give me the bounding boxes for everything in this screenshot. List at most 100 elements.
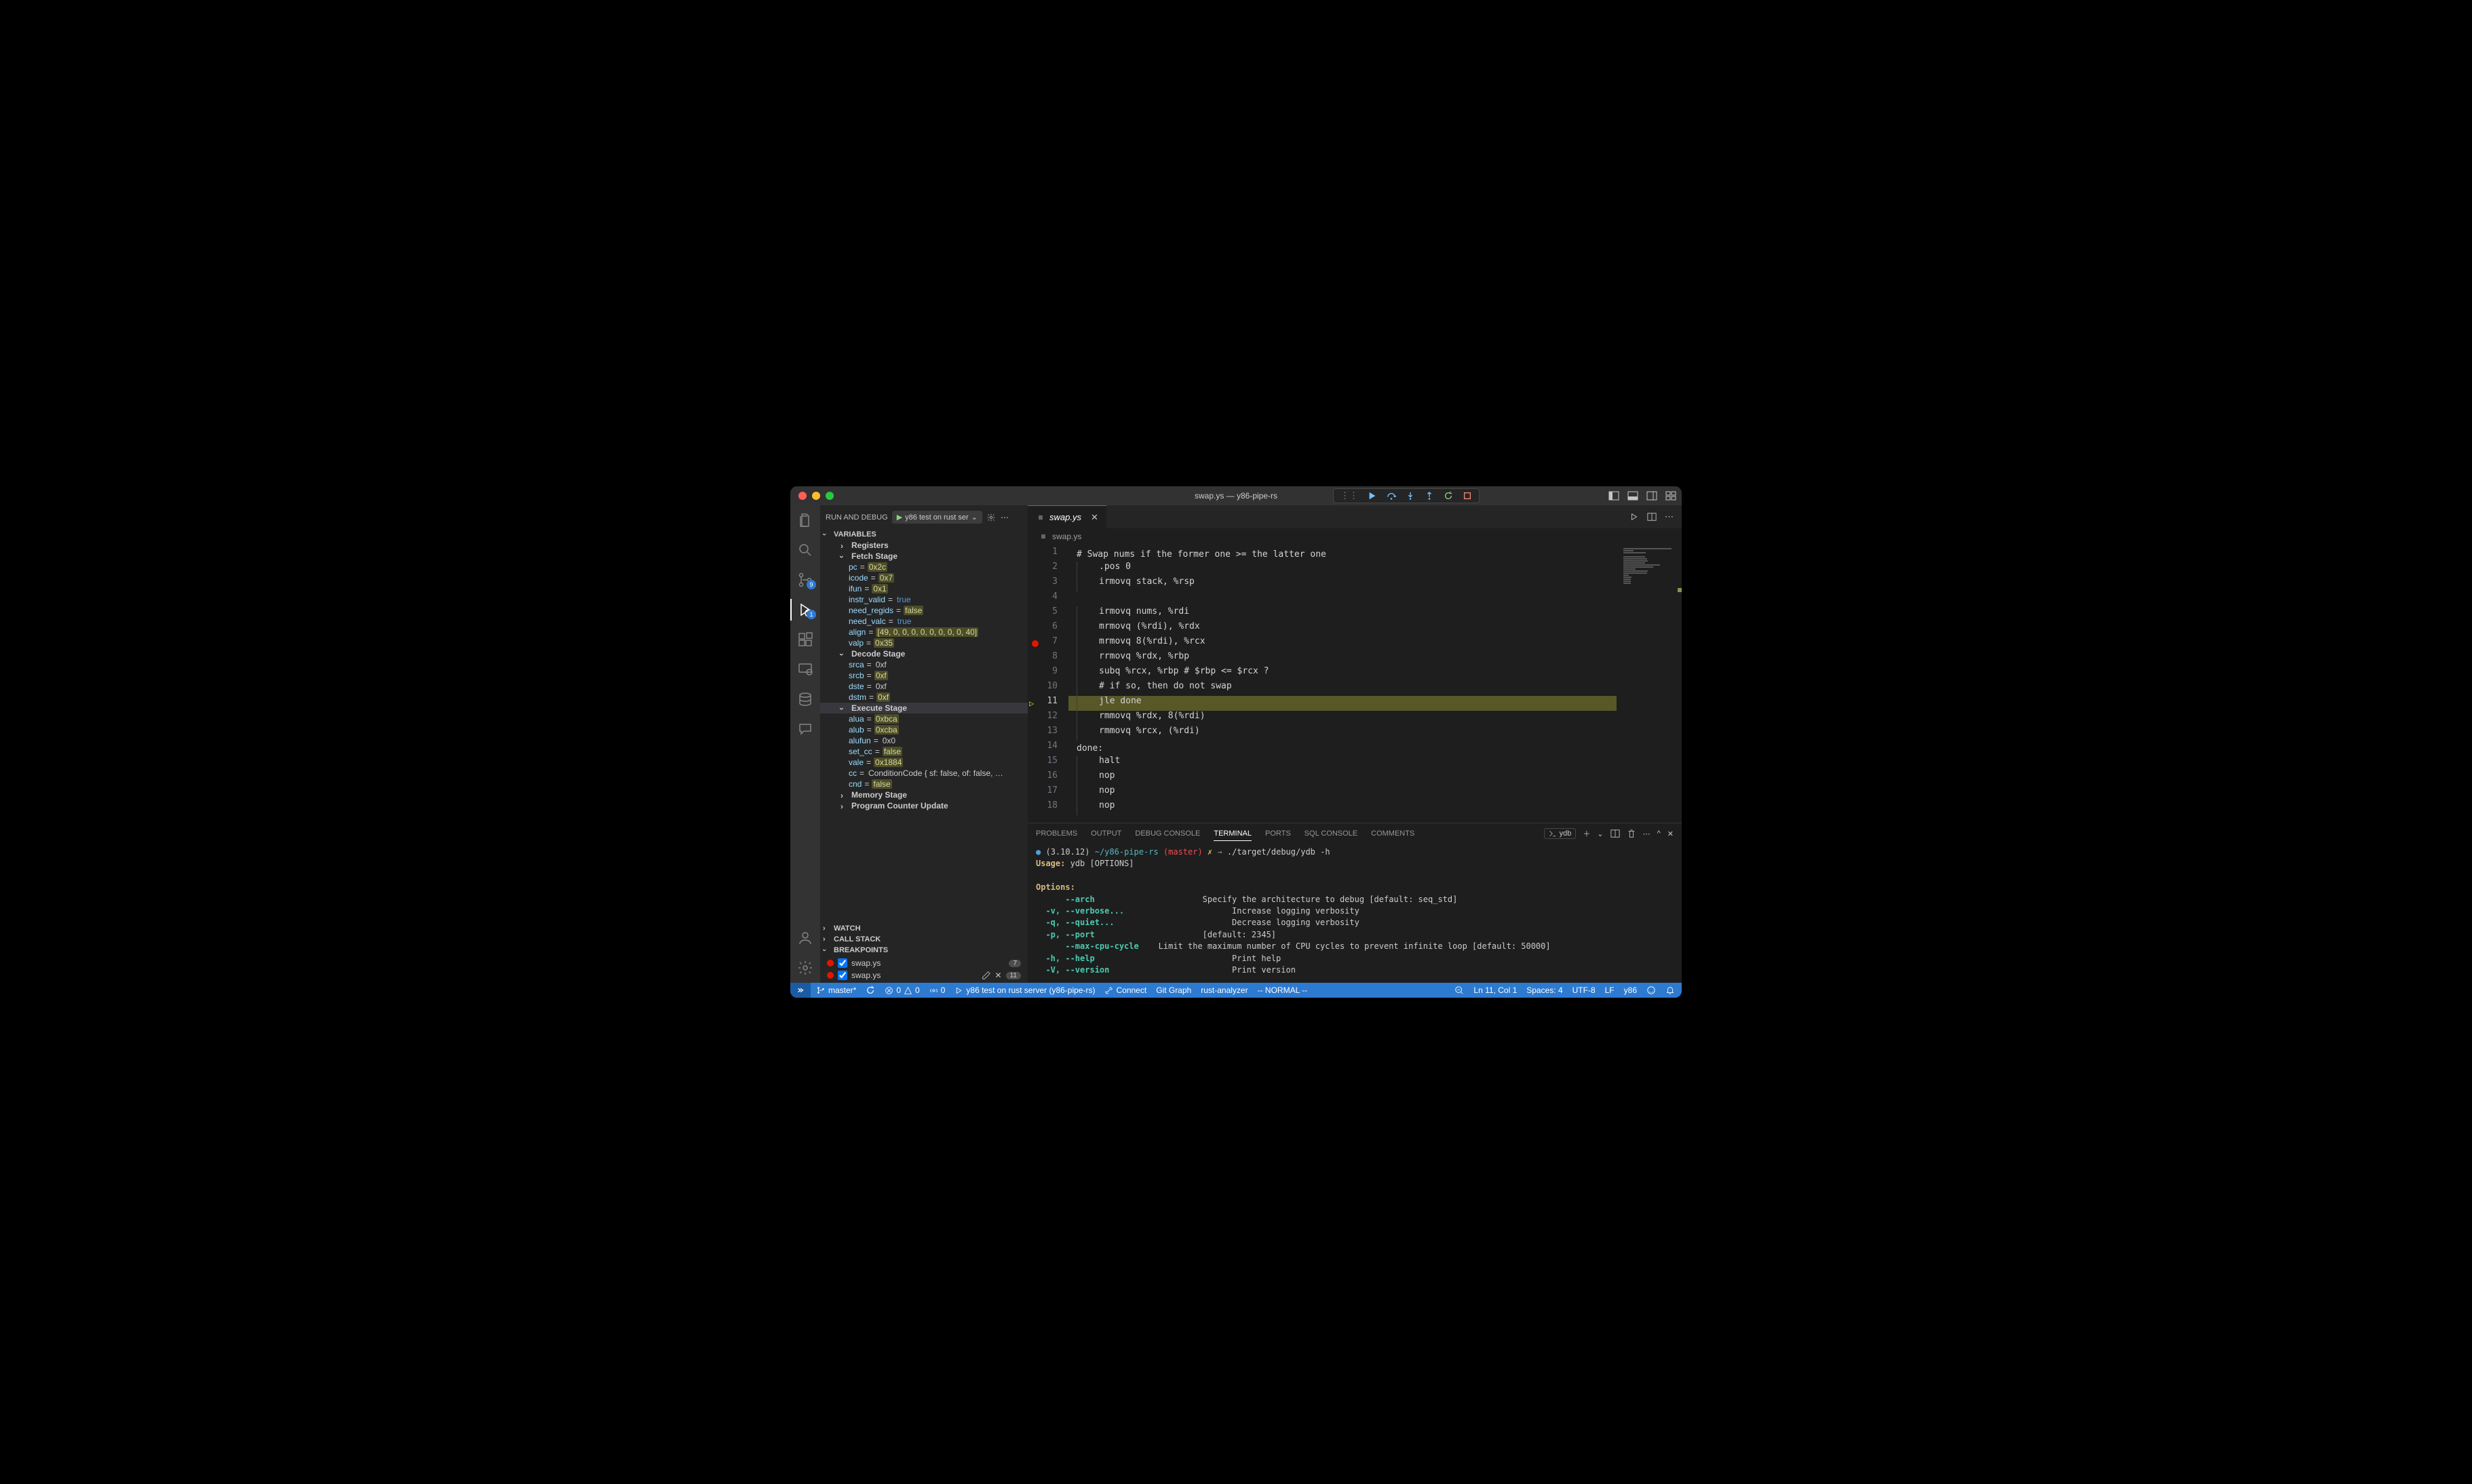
variable-row[interactable]: icode = 0x7 xyxy=(820,572,1028,583)
variable-row[interactable]: valp = 0x35 xyxy=(820,638,1028,648)
code-line[interactable]: irmovq nums, %rdi xyxy=(1068,606,1617,621)
gutter-line[interactable]: 1 xyxy=(1028,547,1068,562)
breakpoint-item[interactable]: swap.ys7 xyxy=(826,957,1022,969)
variable-row[interactable]: srcb = 0xf xyxy=(820,670,1028,681)
code-line[interactable]: halt xyxy=(1068,756,1617,770)
gutter-line[interactable]: 4 xyxy=(1028,591,1068,606)
encoding-status[interactable]: UTF-8 xyxy=(1572,985,1596,995)
panel-tab-ports[interactable]: PORTS xyxy=(1265,827,1291,840)
gutter-line[interactable]: 14 xyxy=(1028,741,1068,756)
problems-status[interactable]: 0 0 xyxy=(885,985,919,995)
variable-row[interactable]: set_cc = false xyxy=(820,746,1028,757)
gutter-line[interactable]: 5 xyxy=(1028,606,1068,621)
variable-row[interactable]: cnd = false xyxy=(820,779,1028,789)
variable-row[interactable]: pc = 0x2c xyxy=(820,562,1028,572)
close-icon[interactable]: ✕ xyxy=(995,971,1002,980)
breakpoints-header[interactable]: BREAKPOINTS xyxy=(820,945,1028,956)
run-debug-icon[interactable]: 1 xyxy=(797,602,813,618)
database-icon[interactable] xyxy=(797,691,813,707)
variable-row[interactable]: need_regids = false xyxy=(820,605,1028,616)
code-line[interactable]: subq %rcx, %rbp # $rbp <= $rcx ? xyxy=(1068,666,1617,681)
code-line[interactable]: rmmovq %rdx, 8(%rdi) xyxy=(1068,711,1617,726)
variable-group[interactable]: Decode Stage xyxy=(820,648,1028,659)
trash-icon[interactable] xyxy=(1627,829,1636,838)
more-icon[interactable]: ⋯ xyxy=(1665,511,1674,522)
remote-explorer-icon[interactable] xyxy=(797,661,813,678)
settings-gear-icon[interactable] xyxy=(797,960,813,976)
git-graph-status[interactable]: Git Graph xyxy=(1156,985,1191,995)
more-icon[interactable]: ⋯ xyxy=(1000,513,1009,522)
tab-swap-ys[interactable]: ≡ swap.ys ✕ xyxy=(1028,505,1106,528)
panel-tab-comments[interactable]: COMMENTS xyxy=(1371,827,1414,840)
code-line[interactable]: jle done xyxy=(1068,696,1617,711)
code-line[interactable]: # Swap nums if the former one >= the lat… xyxy=(1068,547,1617,562)
variable-group[interactable]: Execute Stage xyxy=(820,703,1028,714)
breadcrumb[interactable]: ≡ swap.ys xyxy=(1028,529,1682,544)
maximize-panel-icon[interactable]: ^ xyxy=(1657,829,1661,838)
code-line[interactable]: done: xyxy=(1068,741,1617,756)
split-editor-icon[interactable] xyxy=(1647,512,1657,522)
code-line[interactable] xyxy=(1068,591,1617,606)
variable-row[interactable]: cc = ConditionCode { sf: false, of: fals… xyxy=(820,768,1028,779)
drag-handle-icon[interactable]: ⋮⋮ xyxy=(1340,490,1358,501)
eol-status[interactable]: LF xyxy=(1605,985,1615,995)
panel-right-icon[interactable] xyxy=(1646,490,1657,501)
editor[interactable]: 12345678910▷1112131415161718 # Swap nums… xyxy=(1028,544,1682,823)
code-line[interactable]: # if so, then do not swap xyxy=(1068,681,1617,696)
gutter-line[interactable]: 10 xyxy=(1028,681,1068,696)
variables-header[interactable]: VARIABLES xyxy=(820,529,1028,540)
variable-row[interactable]: dstm = 0xf xyxy=(820,692,1028,703)
close-panel-icon[interactable]: ✕ xyxy=(1667,829,1674,838)
variable-row[interactable]: srca = 0xf xyxy=(820,659,1028,670)
variable-row[interactable]: need_valc = true xyxy=(820,616,1028,627)
panel-tab-debug-console[interactable]: DEBUG CONSOLE xyxy=(1135,827,1200,840)
panel-tab-terminal[interactable]: TERMINAL xyxy=(1214,827,1252,841)
code-line[interactable]: mrmovq 8(%rdi), %rcx xyxy=(1068,636,1617,651)
code-line[interactable]: mrmovq (%rdi), %rdx xyxy=(1068,621,1617,636)
variable-row[interactable]: instr_valid = true xyxy=(820,594,1028,605)
continue-icon[interactable] xyxy=(1368,491,1377,501)
variable-row[interactable]: dste = 0xf xyxy=(820,681,1028,692)
code-line[interactable]: rmmovq %rcx, (%rdi) xyxy=(1068,726,1617,741)
step-into-icon[interactable] xyxy=(1406,491,1415,501)
gutter-line[interactable]: 17 xyxy=(1028,785,1068,800)
gutter-line[interactable]: 2 xyxy=(1028,562,1068,577)
code-line[interactable]: nop xyxy=(1068,785,1617,800)
account-icon[interactable] xyxy=(797,930,813,946)
step-out-icon[interactable] xyxy=(1425,491,1434,501)
rust-analyzer-status[interactable]: rust-analyzer xyxy=(1201,985,1248,995)
git-branch[interactable]: master* xyxy=(816,985,856,995)
feedback-icon[interactable] xyxy=(1646,985,1656,995)
ports-status[interactable]: 0 xyxy=(929,985,946,995)
variable-row[interactable]: alufun = 0x0 xyxy=(820,735,1028,746)
variable-group[interactable]: Registers xyxy=(820,540,1028,551)
maximize-window-button[interactable] xyxy=(826,492,834,500)
gutter-line[interactable]: 9 xyxy=(1028,666,1068,681)
gutter-line[interactable]: 15 xyxy=(1028,756,1068,770)
code-line[interactable]: nop xyxy=(1068,800,1617,815)
debug-toolbar[interactable]: ⋮⋮ xyxy=(1333,488,1480,503)
minimap[interactable] xyxy=(1617,544,1682,823)
breakpoint-item[interactable]: swap.ys✕11 xyxy=(826,969,1022,981)
sync-button[interactable] xyxy=(866,985,875,995)
language-mode[interactable]: y86 xyxy=(1624,985,1637,995)
terminal-dropdown-icon[interactable]: ⌄ xyxy=(1597,829,1603,838)
gutter-line[interactable]: 3 xyxy=(1028,577,1068,591)
panel-tab-problems[interactable]: PROBLEMS xyxy=(1036,827,1077,840)
code-area[interactable]: # Swap nums if the former one >= the lat… xyxy=(1068,544,1617,823)
gutter-line[interactable]: 8 xyxy=(1028,651,1068,666)
variable-row[interactable]: vale = 0x1884 xyxy=(820,757,1028,768)
code-line[interactable]: nop xyxy=(1068,770,1617,785)
breakpoint-checkbox[interactable] xyxy=(838,958,847,968)
gutter-line[interactable]: 12 xyxy=(1028,711,1068,726)
gutter-line[interactable]: 18 xyxy=(1028,800,1068,815)
panel-left-icon[interactable] xyxy=(1608,490,1619,501)
watch-header[interactable]: WATCH xyxy=(820,923,1028,934)
variable-group[interactable]: Memory Stage xyxy=(820,789,1028,800)
edit-icon[interactable] xyxy=(982,971,991,980)
code-line[interactable]: .pos 0 xyxy=(1068,562,1617,577)
variable-row[interactable]: alub = 0xcba xyxy=(820,724,1028,735)
search-icon[interactable] xyxy=(797,542,813,558)
stop-icon[interactable] xyxy=(1463,491,1472,501)
terminal-selector[interactable]: ydb xyxy=(1544,828,1577,839)
